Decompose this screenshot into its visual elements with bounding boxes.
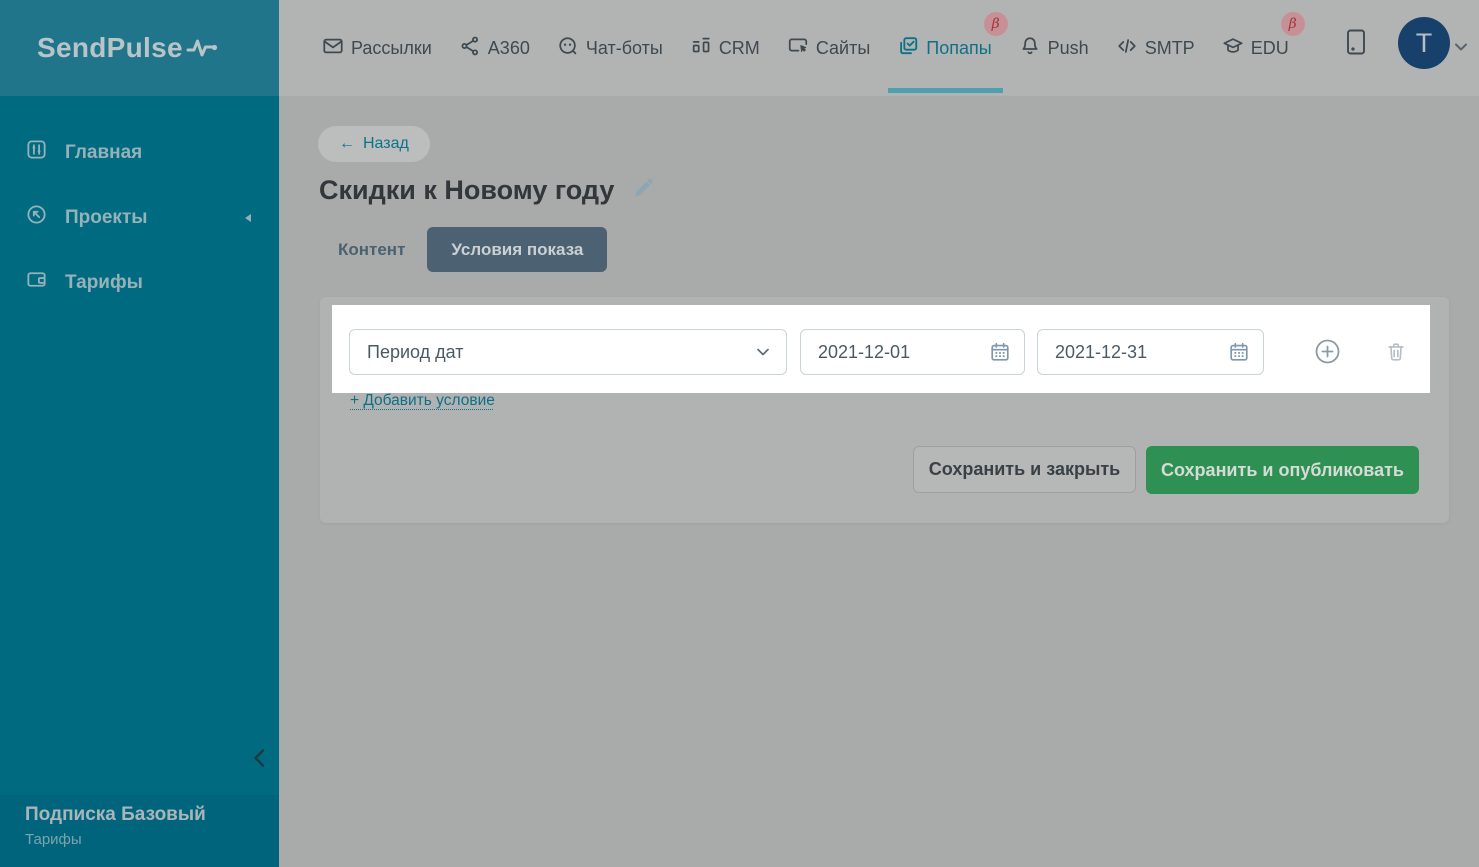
nav-item-push[interactable]: Push [1019,35,1089,62]
back-button[interactable]: ← Назад [318,126,430,162]
nav-item-crm[interactable]: CRM [690,35,760,62]
date-from-input[interactable]: 2021-12-01 [800,329,1025,375]
nav-label: Рассылки [351,38,432,59]
mobile-app-button[interactable] [1346,29,1366,60]
condition-type-select[interactable]: Период дат [349,329,787,375]
page-title: Скидки к Новому году [319,175,614,206]
crm-icon [690,35,712,62]
chatbot-icon [557,35,579,62]
nav-item-a360[interactable]: A360 [459,35,530,62]
nav-item-edu[interactable]: EDU β [1222,35,1289,62]
date-to-value: 2021-12-31 [1055,342,1147,363]
dashboard-icon [25,138,48,167]
pricing-link[interactable]: Тарифы [25,831,82,848]
nav-label: Чат-боты [586,38,663,59]
sidebar-header: SendPulse [0,0,279,96]
condition-row: Период дат 2021-12-01 2021-12-31 [332,305,1430,393]
nav-label: Сайты [816,38,870,59]
nav-item-smtp[interactable]: SMTP [1116,35,1195,62]
sidebar-item-label: Проекты [65,207,147,229]
nav-label: SMTP [1145,38,1195,59]
edit-title-button[interactable] [632,177,654,204]
save-close-button[interactable]: Сохранить и закрыть [913,446,1136,493]
condition-type-value: Период дат [367,342,464,363]
envelope-icon [322,35,344,62]
add-condition-link[interactable]: + Добавить условие [350,392,495,410]
trash-icon [1385,341,1407,368]
nav-item-popups[interactable]: Попапы β [897,35,991,62]
save-publish-button[interactable]: Сохранить и опубликовать [1146,446,1419,494]
plus-circle-icon [1314,338,1341,370]
sidebar-footer: Подписка Базовый Тарифы [0,795,279,867]
delete-condition-row-button[interactable] [1385,341,1407,368]
subscription-plan: Подписка Базовый [25,804,279,826]
beta-badge: β [984,12,1008,36]
account-avatar: T [1398,17,1450,69]
sidebar-nav: Главная Проекты Тарифы [0,96,279,298]
sidebar-collapse-button[interactable] [246,746,272,774]
nav-item-mailings[interactable]: Рассылки [322,35,432,62]
logo-text: SendPulse [37,32,183,64]
avatar-initial: T [1416,28,1433,59]
sidebar-item-home[interactable]: Главная [0,137,279,168]
date-to-input[interactable]: 2021-12-31 [1037,329,1264,375]
sidebar-item-label: Главная [65,142,142,164]
account-menu[interactable]: T [1398,17,1468,69]
calendar-icon[interactable] [1228,341,1250,363]
nav-label: EDU [1251,38,1289,59]
bell-icon [1019,35,1041,62]
compass-arrow-icon [25,203,48,232]
chevron-left-icon [250,748,268,773]
back-arrow-icon: ← [339,135,355,153]
nav-label: A360 [488,38,530,59]
code-icon [1116,35,1138,62]
pencil-icon [632,177,654,204]
sendpulse-app: Рассылки A360 Чат-боты CRM Сайты Попапы … [0,0,1479,867]
smartphone-icon [1346,42,1366,59]
tab-display-conditions[interactable]: Условия показа [427,227,607,272]
pulse-icon [186,29,220,68]
browser-cursor-icon [787,35,809,62]
nav-label: CRM [719,38,760,59]
page-title-row: Скидки к Новому году [319,175,654,206]
tab-content[interactable]: Контент [338,240,405,260]
tab-bar: Контент Условия показа [338,227,607,272]
beta-badge: β [1281,12,1305,36]
add-condition-row-button[interactable] [1314,338,1341,370]
sidebar-item-pricing[interactable]: Тарифы [0,267,279,298]
nav-label: Попапы [926,38,991,59]
popup-check-icon [897,35,919,62]
caret-down-icon [1454,39,1468,57]
submenu-caret-icon [243,207,253,229]
sidebar: SendPulse Главная Проекты Тарифы Под [0,0,279,867]
top-navbar: Рассылки A360 Чат-боты CRM Сайты Попапы … [279,0,1479,96]
nav-item-sites[interactable]: Сайты [787,35,870,62]
nav-label: Push [1048,38,1089,59]
chevron-down-icon [755,344,771,360]
graduation-cap-icon [1222,35,1244,62]
sidebar-item-projects[interactable]: Проекты [0,202,279,233]
calendar-icon[interactable] [989,341,1011,363]
wallet-icon [25,268,48,297]
sendpulse-logo[interactable]: SendPulse [37,29,220,68]
nav-item-chatbots[interactable]: Чат-боты [557,35,663,62]
back-label: Назад [363,135,409,153]
date-from-value: 2021-12-01 [818,342,910,363]
share-nodes-icon [459,35,481,62]
sidebar-item-label: Тарифы [65,272,143,294]
